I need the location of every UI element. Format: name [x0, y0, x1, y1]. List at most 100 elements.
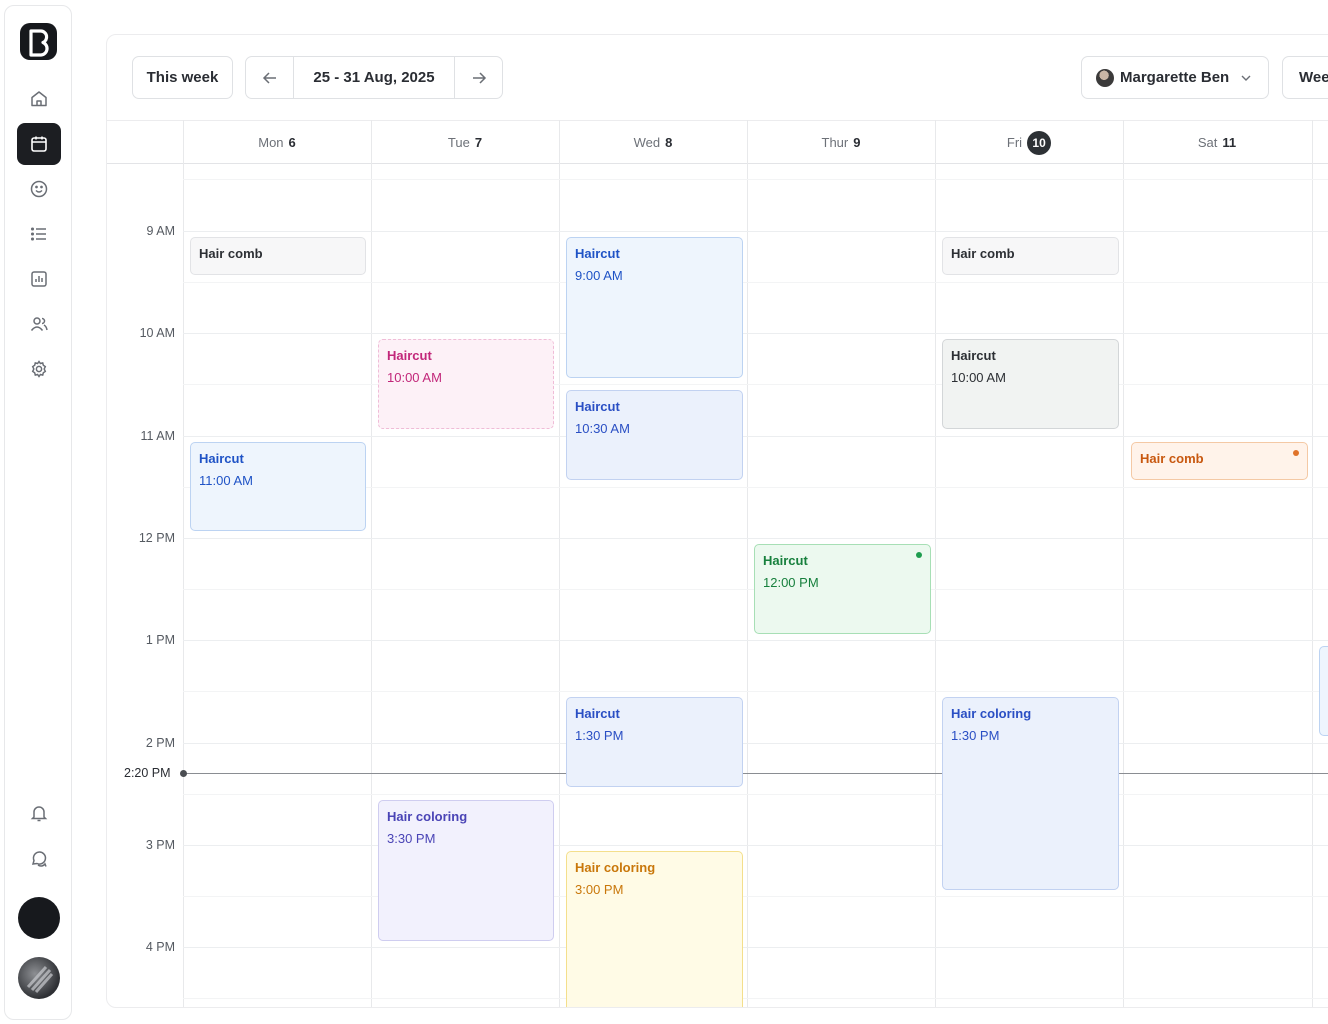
half-hour-line	[183, 896, 1328, 897]
nav-calendar-button[interactable]	[17, 123, 61, 165]
staff-selector[interactable]: Margarette Ben	[1081, 56, 1269, 99]
appointment-time: 11:00 AM	[199, 473, 253, 488]
appointment-time: 10:30 AM	[575, 421, 630, 436]
users-icon	[30, 317, 48, 331]
messages-button[interactable]	[17, 837, 61, 879]
half-hour-line	[183, 691, 1328, 692]
status-dot	[1293, 450, 1299, 456]
day-header-tue[interactable]: Tue 7	[371, 121, 559, 164]
day-name: Tue	[447, 135, 470, 150]
nav-settings-button[interactable]	[17, 348, 61, 390]
view-selector[interactable]: Wee	[1282, 56, 1328, 99]
day-header-fri[interactable]: Fri 10	[935, 121, 1123, 164]
day-number: 8	[665, 135, 673, 150]
calendar-toolbar: This week 25 - 31 Aug, 2025 Margarette B…	[107, 35, 1328, 121]
chevron-down-icon	[1241, 75, 1251, 81]
hour-line	[183, 640, 1328, 641]
calendar-day-header: Mon 6 Tue 7 Wed 8 Thur 9 Fri 10 Sat 11	[107, 120, 1328, 164]
time-label: 1 PM	[145, 633, 175, 647]
appointment-card[interactable]: Haircut 9:00 AM	[566, 237, 743, 378]
nav-reports-button[interactable]	[17, 258, 61, 300]
staff-name: Margarette Ben	[1120, 69, 1230, 86]
nav-clients-button[interactable]	[17, 168, 61, 210]
day-header-thur[interactable]: Thur 9	[747, 121, 935, 164]
next-week-button[interactable]	[455, 57, 502, 98]
appointment-title: Haircut	[575, 706, 620, 721]
hour-line	[183, 947, 1328, 948]
notifications-button[interactable]	[17, 792, 61, 834]
status-dot	[916, 552, 922, 558]
half-hour-line	[183, 794, 1328, 795]
time-grid: 9 AM 10 AM 11 AM 12 PM 1 PM 2 PM 3 PM 4 …	[107, 164, 1328, 1007]
hour-line	[183, 436, 1328, 437]
appointment-card[interactable]: Haircut 12:00 PM	[754, 544, 931, 634]
appointment-card[interactable]: Haircut 11:00 AM	[190, 442, 366, 531]
time-label: 12 PM	[138, 531, 175, 545]
half-hour-line	[183, 998, 1328, 999]
appointment-time: 3:00 PM	[575, 882, 624, 897]
nav-home-button[interactable]	[17, 78, 61, 120]
appointment-title: Hair coloring	[575, 860, 656, 875]
arrow-left-icon	[262, 71, 276, 84]
time-label: 3 PM	[145, 838, 175, 852]
half-hour-line	[183, 282, 1328, 283]
chart-icon	[31, 271, 47, 287]
appointment-card[interactable]: Hair coloring 1:30 PM	[942, 697, 1119, 890]
half-hour-line	[183, 179, 1328, 180]
user-avatar[interactable]	[18, 957, 60, 999]
day-header-sat[interactable]: Sat 11	[1123, 121, 1311, 164]
day-number: 7	[474, 135, 483, 150]
nav-list-button[interactable]	[17, 213, 61, 255]
date-navigator: 25 - 31 Aug, 2025	[245, 56, 503, 99]
half-hour-line	[183, 384, 1328, 385]
appointment-title: Haircut	[575, 399, 620, 414]
appointment-card[interactable]: Haircut 10:30 AM	[566, 390, 743, 480]
list-icon	[30, 227, 46, 241]
arrow-right-icon	[472, 71, 486, 84]
time-label: 4 PM	[145, 940, 175, 954]
day-number: 6	[288, 135, 296, 150]
appointment-card[interactable]: Haircut 10:00 AM	[942, 339, 1119, 429]
day-header-wed[interactable]: Wed 8	[559, 121, 747, 164]
current-time-label: 2:20 PM	[124, 766, 171, 780]
day-number: 9	[853, 135, 861, 150]
time-label: 9 AM	[146, 224, 176, 238]
appointment-card[interactable]: Hair comb	[942, 237, 1119, 275]
day-name: Sat	[1197, 135, 1218, 150]
appointment-card[interactable]: Haircut 10:00 AM	[378, 339, 554, 429]
day-name: Mon	[258, 135, 284, 150]
appointment-title: Hair coloring	[387, 809, 468, 824]
appointment-title: Hair comb	[951, 246, 1015, 261]
appointment-title: Hair comb	[1140, 451, 1204, 466]
logo-icon[interactable]	[20, 23, 57, 60]
appointment-card[interactable]: Haircut 1:30 PM	[566, 697, 743, 787]
time-label: 10 AM	[139, 326, 175, 340]
appointment-time: 9:00 AM	[575, 268, 623, 283]
date-range-label[interactable]: 25 - 31 Aug, 2025	[293, 57, 455, 98]
appointment-card[interactable]: Hair coloring 3:30 PM	[378, 800, 554, 941]
appointment-card[interactable]: Hair coloring 3:00 PM	[566, 851, 743, 1007]
appointment-card[interactable]: Hair comb	[1131, 442, 1308, 480]
previous-week-button[interactable]	[246, 57, 293, 98]
appointment-time: 12:00 PM	[763, 575, 819, 590]
bell-icon	[30, 806, 48, 822]
appointment-time: 1:30 PM	[951, 728, 1000, 743]
workspace-avatar[interactable]	[18, 897, 60, 939]
appointment-title: Haircut	[199, 451, 244, 466]
chat-icon	[31, 851, 47, 867]
nav-team-button[interactable]	[17, 303, 61, 345]
this-week-button[interactable]: This week	[132, 56, 233, 99]
appointment-card[interactable]: Hair comb	[190, 237, 366, 275]
calendar-panel: This week 25 - 31 Aug, 2025 Margarette B…	[106, 34, 1328, 1008]
appointment-time: 3:30 PM	[387, 831, 436, 846]
sidebar	[4, 5, 72, 1020]
hour-line	[183, 333, 1328, 334]
day-number: 11	[1222, 135, 1237, 150]
calendar-icon	[31, 136, 47, 152]
home-icon	[31, 91, 47, 107]
appointment-title: Hair comb	[199, 246, 263, 261]
staff-avatar	[1096, 68, 1114, 87]
current-time-line	[183, 773, 1328, 774]
appointment-card[interactable]	[1319, 646, 1328, 736]
day-header-mon[interactable]: Mon 6	[183, 121, 371, 164]
